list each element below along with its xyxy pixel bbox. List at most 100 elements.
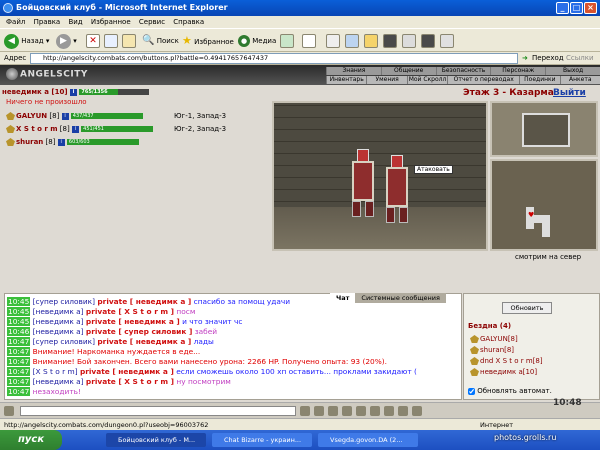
k-icon[interactable] [383, 34, 397, 48]
menu-edit[interactable]: Правка [34, 18, 61, 26]
media-button[interactable]: ● Медиа [238, 32, 276, 50]
address-bar: Адрес http://angelscity.combats.com/butt… [0, 52, 600, 65]
minimap: ♥ [490, 159, 598, 251]
online-user[interactable]: неведимк а[10] [470, 367, 537, 378]
maximize-button[interactable]: □ [570, 2, 583, 14]
exit-chat-icon[interactable] [412, 406, 422, 416]
print-icon[interactable] [326, 34, 340, 48]
chat-input-row [0, 402, 600, 418]
sound-icon[interactable] [370, 406, 380, 416]
close-button[interactable]: × [584, 2, 597, 14]
compass-panel [490, 101, 598, 157]
player-name[interactable]: неведимк а [2, 88, 49, 96]
translit-icon[interactable] [342, 406, 352, 416]
j-icon[interactable] [421, 34, 435, 48]
online-user[interactable]: GALYUN[8] [470, 334, 518, 345]
menu-tools[interactable]: Сервис [139, 18, 165, 26]
menu-help[interactable]: Справка [173, 18, 204, 26]
nav-knowledge[interactable]: Знания [326, 67, 381, 75]
info-icon[interactable]: i [57, 138, 65, 146]
favorites-label: Избранное [194, 38, 234, 46]
chat-mode-icon[interactable] [4, 406, 14, 416]
tool-icon[interactable] [402, 34, 416, 48]
edit-icon[interactable] [345, 34, 359, 48]
smiles-icon[interactable] [328, 406, 338, 416]
settings-icon[interactable] [384, 406, 394, 416]
info-icon[interactable]: i [61, 112, 69, 120]
nav-profile[interactable]: Анкета [559, 76, 600, 84]
auto-refresh-option[interactable]: Обновлять автомат. [468, 387, 552, 395]
back-arrow-icon: ◀ [4, 33, 19, 49]
online-user[interactable]: shuran[8] [470, 345, 514, 356]
chat-log[interactable]: 10:45 [супер силовик] private [ неведимк… [4, 293, 462, 400]
location-title: Этаж 3 - Казарма [463, 88, 554, 98]
links-button[interactable]: Ссылки [566, 52, 594, 65]
game-logo: ANGELSCITY [6, 68, 88, 80]
search-icon: 🔍 [142, 35, 155, 46]
send-icon[interactable] [300, 406, 310, 416]
dungeon-scene[interactable]: Атаковать [272, 101, 488, 251]
go-arrow-icon[interactable]: ➜ [522, 52, 528, 65]
mail-icon[interactable] [302, 34, 316, 48]
help-icon[interactable] [398, 406, 408, 416]
menu-view[interactable]: Вид [68, 18, 82, 26]
status-url: http://angelscity.combats.com/dungeon0.p… [4, 421, 209, 429]
forward-button[interactable]: ▶ ▾ [56, 32, 77, 50]
favorites-button[interactable]: ★ Избранное [182, 32, 234, 50]
minimize-button[interactable]: _ [556, 2, 569, 14]
chat-tabs: Чат Системные сообщения [330, 293, 446, 303]
auto-refresh-checkbox[interactable] [468, 387, 475, 395]
party-hp-bar: 437/437 [70, 113, 143, 119]
compass-icon[interactable] [522, 113, 570, 147]
tab-system-messages[interactable]: Системные сообщения [355, 293, 446, 303]
menu-file[interactable]: Файл [6, 18, 25, 26]
nav-communication[interactable]: Общение [380, 67, 436, 75]
exit-link[interactable]: Выйти [553, 88, 586, 98]
nav-skills[interactable]: Умения [366, 76, 406, 84]
page-content: ANGELSCITY Знания Общение Безопасность П… [0, 65, 600, 418]
nav-inventory[interactable]: Инвентарь [326, 76, 366, 84]
attack-tooltip[interactable]: Атаковать [414, 165, 453, 174]
clover-icon[interactable] [440, 34, 454, 48]
filter-icon[interactable] [356, 406, 366, 416]
nav-exit[interactable]: Выход [545, 67, 600, 75]
nav-scroll[interactable]: Мой Скролл [406, 76, 447, 84]
chat-input[interactable] [20, 406, 296, 416]
refresh-button[interactable]: Обновить [502, 302, 552, 314]
nav-security[interactable]: Безопасность [435, 67, 491, 75]
robot-enemy[interactable] [344, 149, 382, 219]
back-button[interactable]: ◀ Назад ▾ [4, 32, 49, 50]
task-vsegda[interactable]: Vsegda.govon.DA (2... [318, 433, 418, 447]
address-input[interactable]: http://angelscity.combats.com/buttons.pl… [30, 53, 518, 64]
nav-duels[interactable]: Поединки [519, 76, 559, 84]
refresh-icon[interactable] [104, 34, 118, 48]
info-icon[interactable]: i [69, 88, 77, 96]
start-button[interactable]: пуск [0, 430, 62, 450]
party-name[interactable]: shuran [16, 138, 43, 146]
history-icon[interactable] [280, 34, 294, 48]
go-button[interactable]: Переход [532, 52, 564, 65]
game-header: ANGELSCITY Знания Общение Безопасность П… [0, 65, 600, 85]
task-chat[interactable]: Chat Bizarre - украин... [212, 433, 312, 447]
folder-icon[interactable] [364, 34, 378, 48]
task-ie[interactable]: Бойцовский клуб - M... [106, 433, 206, 447]
clan-icon [6, 138, 15, 146]
party-hp-bar: 603/603 [66, 139, 139, 145]
search-button[interactable]: 🔍 Поиск [142, 32, 179, 50]
nav-transfers[interactable]: Отчет о переводах [447, 76, 519, 84]
media-label: Медиа [252, 37, 277, 45]
online-user[interactable]: dnd X S t o r m[8] [470, 356, 543, 367]
party-name[interactable]: X S t o r m [16, 125, 58, 133]
info-icon[interactable]: i [71, 125, 79, 133]
robot-enemy[interactable] [378, 155, 416, 225]
tab-chat[interactable]: Чат [330, 293, 356, 303]
stop-icon[interactable]: ✕ [86, 34, 100, 48]
home-icon[interactable] [122, 34, 136, 48]
clear-icon[interactable] [314, 406, 324, 416]
party-name[interactable]: GALYUN [16, 112, 47, 120]
player-hp-bar: 765/1356 [79, 89, 150, 95]
menu-favorites[interactable]: Избранное [91, 18, 131, 26]
chat-line: 10:47 незаходить! [7, 387, 81, 396]
party-hp: 437/437 [72, 113, 94, 119]
nav-character[interactable]: Персонаж [490, 67, 545, 75]
